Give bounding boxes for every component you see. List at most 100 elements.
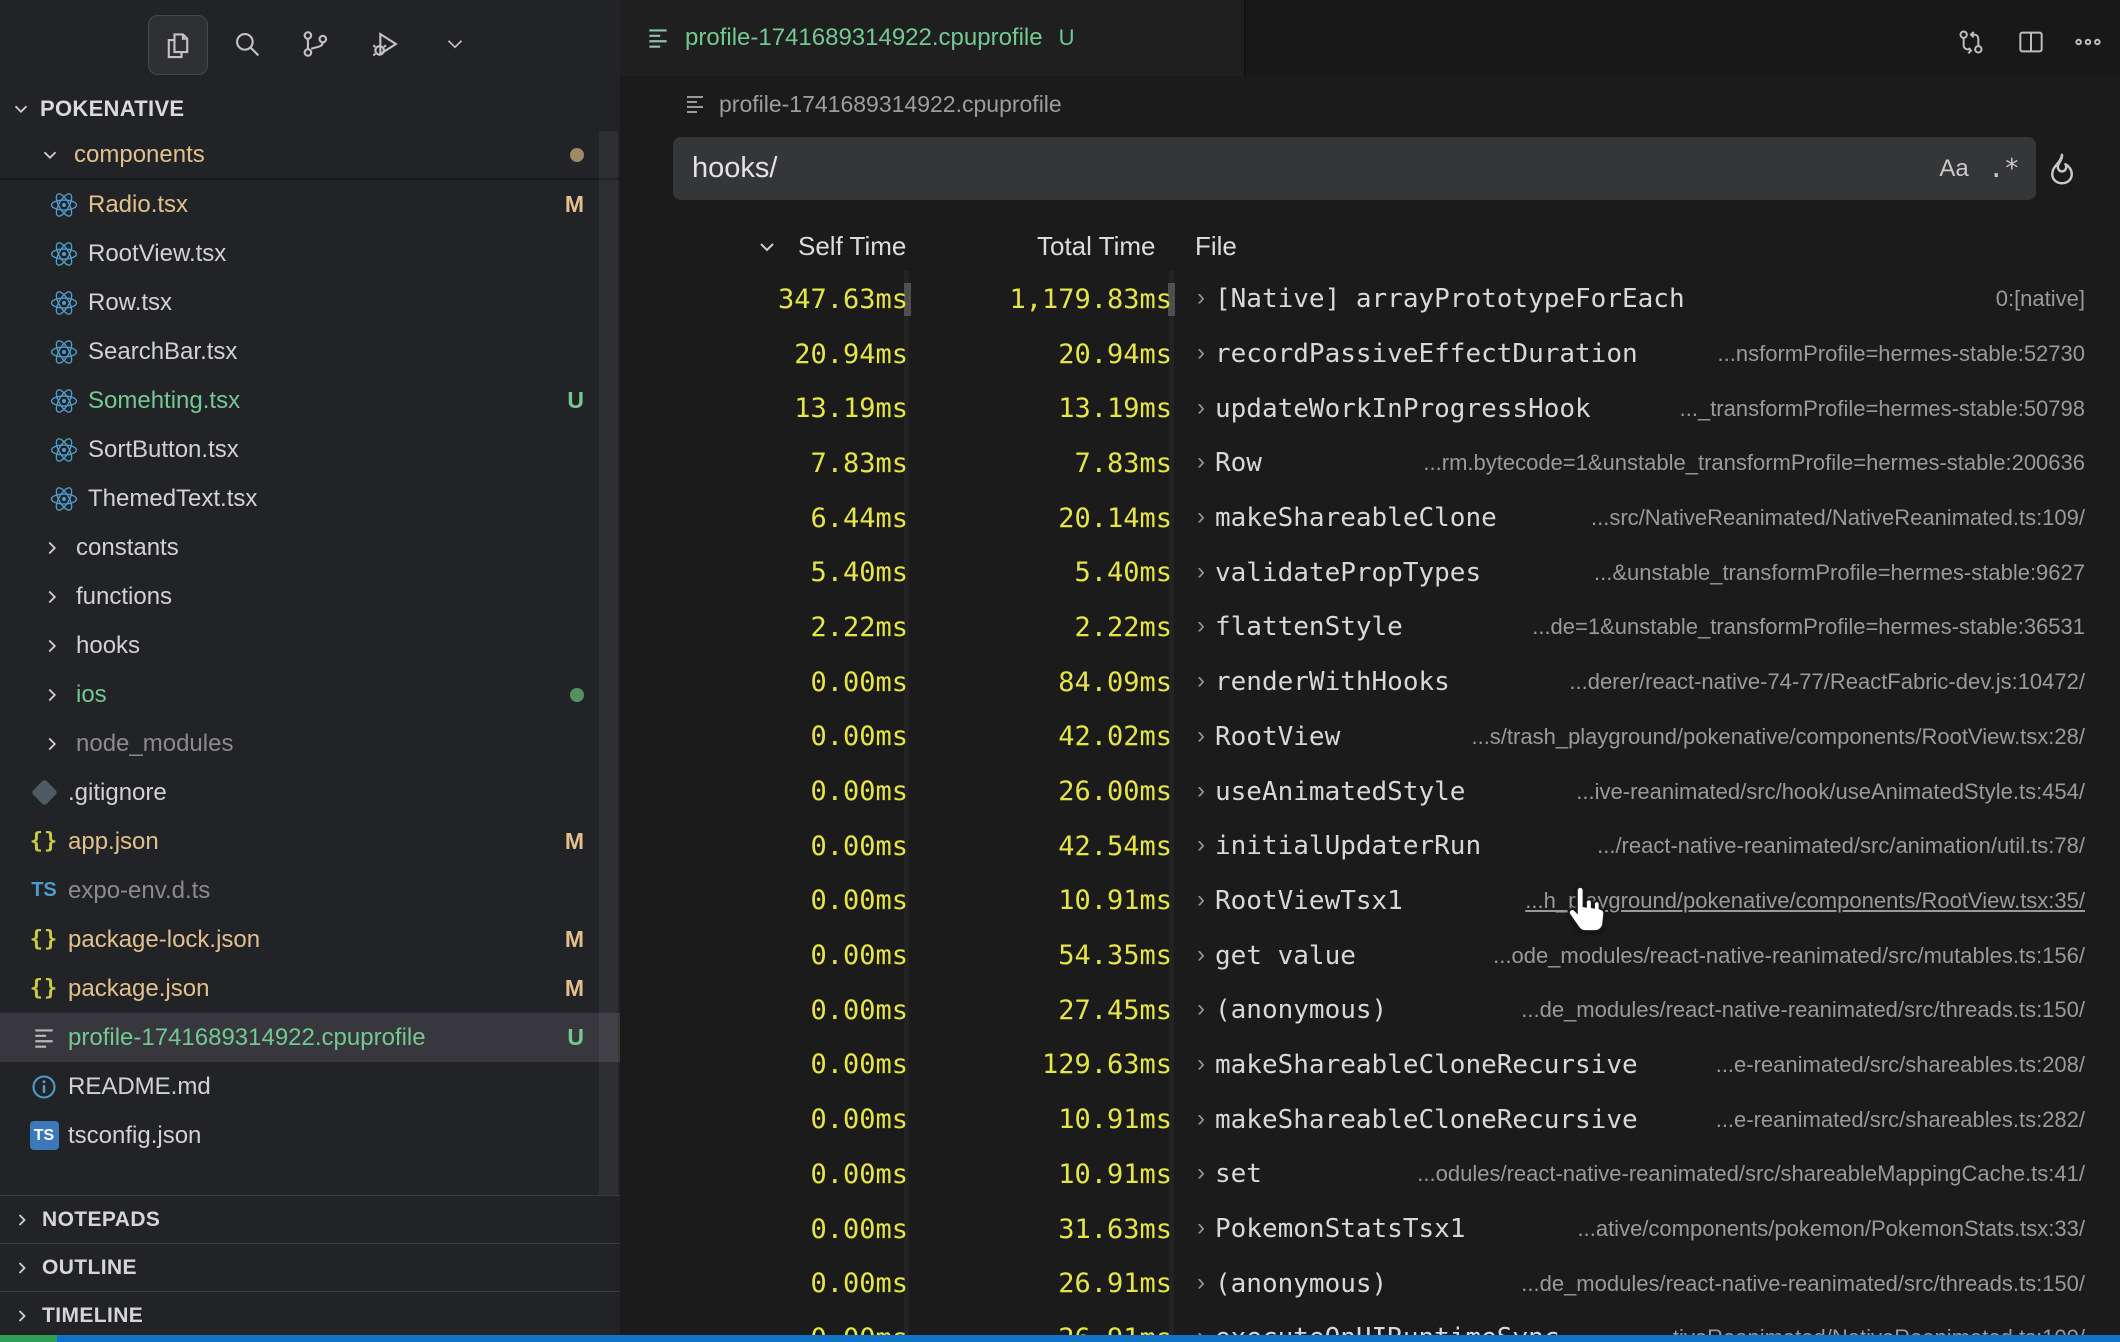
table-row[interactable]: 0.00ms10.91ms›makeShareableCloneRecursiv… <box>620 1092 2120 1147</box>
sidebar-item-expo-env-d-ts[interactable]: TSexpo-env.d.ts <box>0 866 620 915</box>
expand-chevron-icon[interactable]: › <box>1197 1105 1205 1133</box>
expand-chevron-icon[interactable]: › <box>1197 394 1205 422</box>
file-location-link[interactable]: ..._transformProfile=hermes-stable:50798 <box>1650 396 2085 422</box>
table-row[interactable]: 6.44ms20.14ms›makeShareableClone...src/N… <box>620 491 2120 546</box>
expand-chevron-icon[interactable]: › <box>1197 667 1205 695</box>
open-changes-icon[interactable] <box>1953 24 1989 60</box>
header-self-time[interactable]: Self Time <box>798 231 906 262</box>
sidebar-item-searchbar-tsx[interactable]: SearchBar.tsx <box>0 327 620 376</box>
file-location-link[interactable]: ...&unstable_transformProfile=hermes-sta… <box>1564 560 2085 586</box>
file-location-link[interactable]: ...nsformProfile=hermes-stable:52730 <box>1688 341 2085 367</box>
sidebar-item-ios[interactable]: ios <box>0 670 620 719</box>
table-row[interactable]: 0.00ms10.91ms›set...odules/react-native-… <box>620 1147 2120 1202</box>
table-row[interactable]: 0.00ms27.45ms›(anonymous)...de_modules/r… <box>620 983 2120 1038</box>
tab-cpuprofile[interactable]: profile-1741689314922.cpuprofile U <box>620 0 1245 76</box>
expand-chevron-icon[interactable]: › <box>1197 722 1205 750</box>
file-location-link[interactable]: ...e-reanimated/src/shareables.ts:208/ <box>1686 1052 2085 1078</box>
sidebar-item-sortbutton-tsx[interactable]: SortButton.tsx <box>0 425 620 474</box>
table-row[interactable]: 0.00ms42.02ms›RootView...s/trash_playgro… <box>620 710 2120 765</box>
header-file[interactable]: File <box>1195 231 1237 262</box>
split-editor-icon[interactable] <box>2013 24 2049 60</box>
explorer-icon[interactable] <box>148 15 208 75</box>
expand-chevron-icon[interactable]: › <box>1197 284 1205 312</box>
sidebar-scrollbar[interactable] <box>599 131 618 1195</box>
sidebar-item-hooks[interactable]: hooks <box>0 621 620 670</box>
match-case-toggle[interactable]: Aa <box>1932 137 1976 200</box>
table-row[interactable]: 20.94ms20.94ms›recordPassiveEffectDurati… <box>620 327 2120 382</box>
table-row[interactable]: 0.00ms84.09ms›renderWithHooks...derer/re… <box>620 655 2120 710</box>
expand-chevron-icon[interactable]: › <box>1197 1159 1205 1187</box>
expand-chevron-icon[interactable]: › <box>1197 1050 1205 1078</box>
editor-more-actions-icon[interactable] <box>2070 24 2106 60</box>
search-icon[interactable] <box>218 15 276 73</box>
file-location-link[interactable]: 0:[native] <box>1966 286 2085 312</box>
run-debug-icon[interactable] <box>357 15 415 73</box>
table-row[interactable]: 13.19ms13.19ms›updateWorkInProgressHook.… <box>620 381 2120 436</box>
expand-chevron-icon[interactable]: › <box>1197 941 1205 969</box>
file-location-link[interactable]: ...rm.bytecode=1&unstable_transformProfi… <box>1393 450 2085 476</box>
expand-chevron-icon[interactable]: › <box>1197 831 1205 859</box>
file-location-link[interactable]: ...de=1&unstable_transformProfile=hermes… <box>1502 614 2085 640</box>
sidebar-item-functions[interactable]: functions <box>0 572 620 621</box>
table-row[interactable]: 5.40ms5.40ms›validatePropTypes...&unstab… <box>620 545 2120 600</box>
panel-outline[interactable]: OUTLINE <box>0 1243 620 1291</box>
sidebar-item-constants[interactable]: constants <box>0 523 620 572</box>
table-row[interactable]: 0.00ms26.00ms›useAnimatedStyle...ive-rea… <box>620 764 2120 819</box>
table-row[interactable]: 2.22ms2.22ms›flattenStyle...de=1&unstabl… <box>620 600 2120 655</box>
table-row[interactable]: 0.00ms129.63ms›makeShareableCloneRecursi… <box>620 1038 2120 1093</box>
sidebar-item-row-tsx[interactable]: Row.tsx <box>0 278 620 327</box>
sidebar-item-components[interactable]: components <box>0 131 620 180</box>
expand-chevron-icon[interactable]: › <box>1197 1269 1205 1297</box>
file-location-link[interactable]: .../react-native-reanimated/src/animatio… <box>1567 833 2085 859</box>
panel-notepads[interactable]: NOTEPADS <box>0 1195 620 1243</box>
expand-chevron-icon[interactable]: › <box>1197 886 1205 914</box>
sidebar-item-readme-md[interactable]: README.md <box>0 1062 620 1111</box>
expand-chevron-icon[interactable]: › <box>1197 777 1205 805</box>
more-views-chevron[interactable] <box>426 15 484 73</box>
file-location-link[interactable]: ...derer/react-native-74-77/ReactFabric-… <box>1539 669 2085 695</box>
expand-chevron-icon[interactable]: › <box>1197 503 1205 531</box>
sidebar-item-tsconfig-json[interactable]: TStsconfig.json <box>0 1111 620 1160</box>
header-total-time[interactable]: Total Time <box>1037 231 1156 262</box>
sidebar-item-app-json[interactable]: {}app.jsonM <box>0 817 620 866</box>
expand-chevron-icon[interactable]: › <box>1197 558 1205 586</box>
expand-chevron-icon[interactable]: › <box>1197 339 1205 367</box>
expand-chevron-icon[interactable]: › <box>1197 1214 1205 1242</box>
file-location-link[interactable]: ...de_modules/react-native-reanimated/sr… <box>1491 1271 2085 1297</box>
remote-indicator[interactable] <box>0 1335 57 1342</box>
sidebar-item-package-json[interactable]: {}package.jsonM <box>0 964 620 1013</box>
file-location-link[interactable]: ...src/NativeReanimated/NativeReanimated… <box>1561 505 2085 531</box>
filter-input[interactable]: hooks/ <box>673 137 2036 200</box>
sidebar-item-node-modules[interactable]: node_modules <box>0 719 620 768</box>
file-location-link[interactable]: ...ative/components/pokemon/PokemonStats… <box>1548 1216 2086 1242</box>
sidebar-item-profile-1741689314922-cpuprofile[interactable]: profile-1741689314922.cpuprofileU <box>0 1013 620 1062</box>
breadcrumb[interactable]: profile-1741689314922.cpuprofile <box>620 76 2120 132</box>
sidebar-item-radio-tsx[interactable]: Radio.tsxM <box>0 180 620 229</box>
table-row[interactable]: 0.00ms31.63ms›PokemonStatsTsx1...ative/c… <box>620 1202 2120 1257</box>
table-row[interactable]: 0.00ms54.35ms›get value...ode_modules/re… <box>620 928 2120 983</box>
sidebar-item-somehting-tsx[interactable]: Somehting.tsxU <box>0 376 620 425</box>
file-location-link[interactable]: ...ode_modules/react-native-reanimated/s… <box>1463 943 2085 969</box>
file-location-link[interactable]: ...e-reanimated/src/shareables.ts:282/ <box>1686 1107 2085 1133</box>
sidebar-item-themedtext-tsx[interactable]: ThemedText.tsx <box>0 474 620 523</box>
table-row[interactable]: 0.00ms26.91ms›(anonymous)...de_modules/r… <box>620 1256 2120 1311</box>
table-row[interactable]: 347.63ms1,179.83ms›[Native] arrayPrototy… <box>620 272 2120 327</box>
project-root-header[interactable]: POKENATIVE <box>0 88 620 130</box>
file-location-link[interactable]: ...s/trash_playground/pokenative/compone… <box>1441 724 2085 750</box>
source-control-icon[interactable] <box>286 15 344 73</box>
sidebar-item-package-lock-json[interactable]: {}package-lock.jsonM <box>0 915 620 964</box>
file-location-link[interactable]: ...de_modules/react-native-reanimated/sr… <box>1491 997 2085 1023</box>
file-location-link[interactable]: ...odules/react-native-reanimated/src/sh… <box>1387 1161 2085 1187</box>
panel-timeline[interactable]: TIMELINE <box>0 1291 620 1339</box>
file-location-link[interactable]: ...ive-reanimated/src/hook/useAnimatedSt… <box>1546 779 2085 805</box>
flame-graph-toggle[interactable] <box>2040 137 2084 200</box>
expand-chevron-icon[interactable]: › <box>1197 995 1205 1023</box>
table-row[interactable]: 7.83ms7.83ms›Row...rm.bytecode=1&unstabl… <box>620 436 2120 491</box>
sidebar-item-rootview-tsx[interactable]: RootView.tsx <box>0 229 620 278</box>
table-row[interactable]: 0.00ms10.91ms›RootViewTsx1...h_playgroun… <box>620 874 2120 929</box>
expand-chevron-icon[interactable]: › <box>1197 612 1205 640</box>
table-row[interactable]: 0.00ms42.54ms›initialUpdaterRun.../react… <box>620 819 2120 874</box>
expand-chevron-icon[interactable]: › <box>1197 448 1205 476</box>
regex-toggle[interactable]: .* <box>1982 137 2026 200</box>
sidebar-item--gitignore[interactable]: .gitignore <box>0 768 620 817</box>
